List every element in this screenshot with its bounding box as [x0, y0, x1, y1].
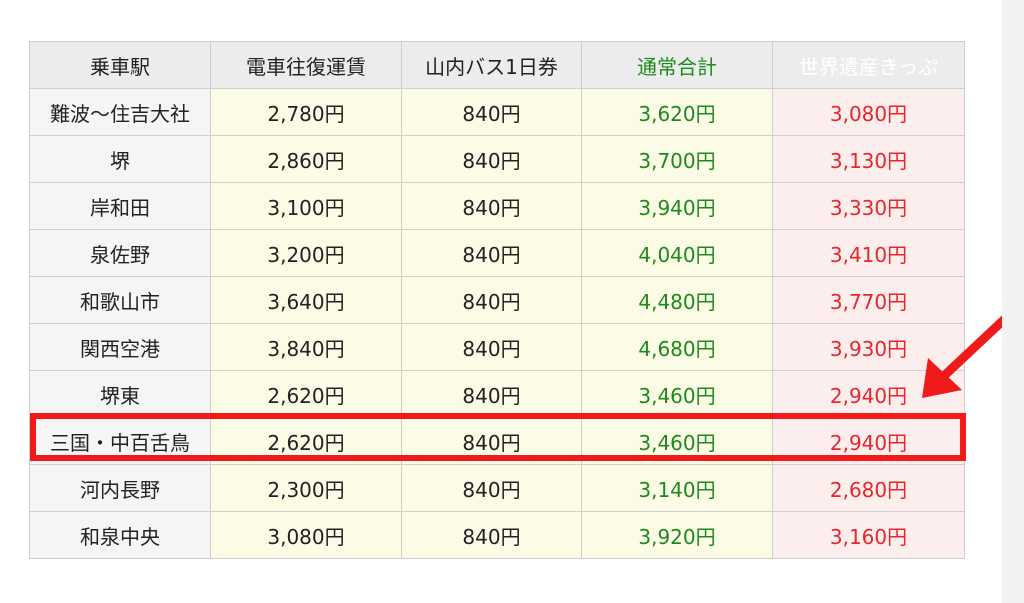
table-header-row: 乗車駅 電車往復運賃 山内バス1日券 通常合計 世界遺産きっぷ	[29, 41, 965, 89]
station-cell: 堺	[29, 135, 211, 183]
train-fare-cell: 3,200円	[210, 229, 402, 277]
train-fare-cell: 3,100円	[210, 182, 402, 230]
station-cell: 岸和田	[29, 182, 211, 230]
train-fare-cell: 2,620円	[210, 370, 402, 418]
table-row: 泉佐野 3,200円 840円 4,040円 3,410円	[29, 229, 965, 277]
header-train-round-trip-fare: 電車往復運賃	[210, 41, 402, 89]
train-fare-cell: 3,840円	[210, 323, 402, 371]
normal-total-cell: 4,680円	[581, 323, 773, 371]
header-sannai-bus-day-pass: 山内バス1日券	[401, 41, 582, 89]
bus-pass-cell: 840円	[401, 323, 582, 371]
station-cell: 堺東	[29, 370, 211, 418]
table-row: 和歌山市 3,640円 840円 4,480円 3,770円	[29, 276, 965, 324]
heritage-ticket-cell: 3,410円	[772, 229, 965, 277]
heritage-ticket-cell: 3,770円	[772, 276, 965, 324]
heritage-ticket-cell: 3,080円	[772, 88, 965, 136]
bus-pass-cell: 840円	[401, 511, 582, 559]
fare-comparison-table: 乗車駅 電車往復運賃 山内バス1日券 通常合計 世界遺産きっぷ 難波〜住吉大社 …	[29, 41, 965, 559]
bus-pass-cell: 840円	[401, 276, 582, 324]
heritage-ticket-cell: 3,330円	[772, 182, 965, 230]
table-row: 岸和田 3,100円 840円 3,940円 3,330円	[29, 182, 965, 230]
heritage-ticket-cell: 3,160円	[772, 511, 965, 559]
bus-pass-cell: 840円	[401, 229, 582, 277]
heritage-ticket-cell: 3,930円	[772, 323, 965, 371]
table-row: 難波〜住吉大社 2,780円 840円 3,620円 3,080円	[29, 88, 965, 136]
train-fare-cell: 3,080円	[210, 511, 402, 559]
bus-pass-cell: 840円	[401, 88, 582, 136]
table-row: 関西空港 3,840円 840円 4,680円 3,930円	[29, 323, 965, 371]
train-fare-cell: 2,860円	[210, 135, 402, 183]
normal-total-cell: 3,940円	[581, 182, 773, 230]
header-normal-total: 通常合計	[581, 41, 773, 89]
bus-pass-cell: 840円	[401, 417, 582, 465]
heritage-ticket-cell: 2,680円	[772, 464, 965, 512]
table-row-highlighted: 三国・中百舌鳥 2,620円 840円 3,460円 2,940円	[29, 417, 965, 465]
table-row: 河内長野 2,300円 840円 3,140円 2,680円	[29, 464, 965, 512]
station-cell: 関西空港	[29, 323, 211, 371]
table-row: 堺 2,860円 840円 3,700円 3,130円	[29, 135, 965, 183]
normal-total-cell: 3,620円	[581, 88, 773, 136]
normal-total-cell: 3,920円	[581, 511, 773, 559]
station-cell: 難波〜住吉大社	[29, 88, 211, 136]
bus-pass-cell: 840円	[401, 370, 582, 418]
heritage-ticket-cell: 2,940円	[772, 370, 965, 418]
bus-pass-cell: 840円	[401, 182, 582, 230]
bus-pass-cell: 840円	[401, 464, 582, 512]
normal-total-cell: 3,700円	[581, 135, 773, 183]
station-cell: 河内長野	[29, 464, 211, 512]
train-fare-cell: 2,300円	[210, 464, 402, 512]
bus-pass-cell: 840円	[401, 135, 582, 183]
station-cell: 三国・中百舌鳥	[29, 417, 211, 465]
heritage-ticket-cell: 3,130円	[772, 135, 965, 183]
normal-total-cell: 3,460円	[581, 370, 773, 418]
table-row: 堺東 2,620円 840円 3,460円 2,940円	[29, 370, 965, 418]
station-cell: 和歌山市	[29, 276, 211, 324]
table-row: 和泉中央 3,080円 840円 3,920円 3,160円	[29, 511, 965, 559]
normal-total-cell: 4,040円	[581, 229, 773, 277]
header-boarding-station: 乗車駅	[29, 41, 211, 89]
station-cell: 泉佐野	[29, 229, 211, 277]
page: 乗車駅 電車往復運賃 山内バス1日券 通常合計 世界遺産きっぷ 難波〜住吉大社 …	[0, 0, 1024, 603]
train-fare-cell: 2,780円	[210, 88, 402, 136]
normal-total-cell: 4,480円	[581, 276, 773, 324]
header-world-heritage-ticket: 世界遺産きっぷ	[772, 41, 965, 89]
train-fare-cell: 2,620円	[210, 417, 402, 465]
station-cell: 和泉中央	[29, 511, 211, 559]
normal-total-cell: 3,140円	[581, 464, 773, 512]
heritage-ticket-cell: 2,940円	[772, 417, 965, 465]
scrollbar-track[interactable]	[1002, 0, 1024, 603]
normal-total-cell: 3,460円	[581, 417, 773, 465]
train-fare-cell: 3,640円	[210, 276, 402, 324]
